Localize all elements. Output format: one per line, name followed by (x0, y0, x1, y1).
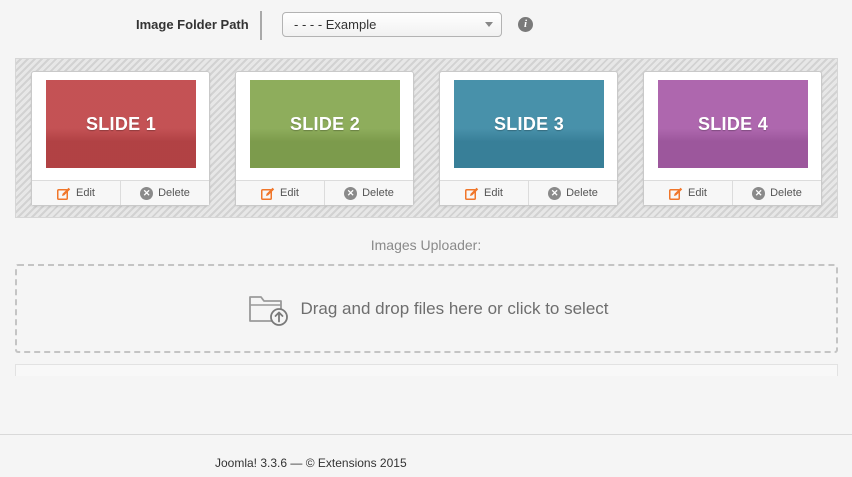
close-icon: ✕ (752, 186, 766, 200)
edit-icon (261, 187, 275, 200)
folder-upload-icon (249, 295, 289, 326)
delete-label: Delete (566, 187, 598, 199)
folder-path-selected-value: - - - - Example (294, 17, 377, 32)
edit-slide-button[interactable]: Edit (644, 181, 732, 205)
slide-title: SLIDE 4 (697, 113, 769, 134)
close-icon: ✕ (344, 186, 358, 200)
folder-path-select[interactable]: - - - - Example (282, 12, 502, 37)
delete-label: Delete (362, 187, 394, 199)
folder-path-row: Image Folder Path - - - - Example i (0, 0, 852, 48)
folder-path-divider (260, 11, 262, 40)
delete-label: Delete (770, 187, 802, 199)
edit-label: Edit (484, 187, 503, 199)
close-icon: ✕ (140, 186, 154, 200)
footer-divider (0, 434, 852, 435)
slide-title: SLIDE 2 (289, 113, 361, 134)
slide-actions: Edit ✕ Delete (236, 180, 413, 205)
edit-label: Edit (688, 187, 707, 199)
slide-thumbnail[interactable]: SLIDE 2 (250, 80, 400, 168)
edit-icon (57, 187, 71, 200)
slide-thumbnail[interactable]: SLIDE 4 (658, 80, 808, 168)
chevron-down-icon (485, 22, 493, 27)
edit-label: Edit (280, 187, 299, 199)
delete-slide-button[interactable]: ✕ Delete (120, 181, 209, 205)
delete-label: Delete (158, 187, 190, 199)
slide-actions: Edit ✕ Delete (440, 180, 617, 205)
edit-slide-button[interactable]: Edit (32, 181, 120, 205)
close-icon: ✕ (548, 186, 562, 200)
delete-slide-button[interactable]: ✕ Delete (732, 181, 821, 205)
uploader-file-list (15, 364, 838, 376)
edit-icon (465, 187, 479, 200)
slide-card: SLIDE 1 Edit ✕ Delete (31, 71, 210, 206)
slide-title: SLIDE 1 (85, 113, 157, 134)
slide-thumbnail[interactable]: SLIDE 3 (454, 80, 604, 168)
slide-thumbnail[interactable]: SLIDE 1 (46, 80, 196, 168)
upload-dropzone[interactable]: Drag and drop files here or click to sel… (15, 264, 838, 353)
slides-strip: SLIDE 1 Edit ✕ Delete SLIDE 2 Edit ✕ Del… (15, 58, 838, 218)
edit-slide-button[interactable]: Edit (440, 181, 528, 205)
footer-text: Joomla! 3.3.6 — © Extensions 2015 (215, 456, 407, 470)
delete-slide-button[interactable]: ✕ Delete (324, 181, 413, 205)
slide-title: SLIDE 3 (493, 113, 565, 134)
uploader-title: Images Uploader: (370, 237, 482, 253)
slide-card: SLIDE 4 Edit ✕ Delete (643, 71, 822, 206)
folder-path-label: Image Folder Path (136, 17, 249, 32)
edit-icon (669, 187, 683, 200)
dropzone-text: Drag and drop files here or click to sel… (300, 298, 609, 318)
slide-actions: Edit ✕ Delete (644, 180, 821, 205)
info-icon[interactable]: i (518, 17, 533, 32)
slide-card: SLIDE 3 Edit ✕ Delete (439, 71, 618, 206)
edit-slide-button[interactable]: Edit (236, 181, 324, 205)
delete-slide-button[interactable]: ✕ Delete (528, 181, 617, 205)
slide-actions: Edit ✕ Delete (32, 180, 209, 205)
edit-label: Edit (76, 187, 95, 199)
slide-card: SLIDE 2 Edit ✕ Delete (235, 71, 414, 206)
